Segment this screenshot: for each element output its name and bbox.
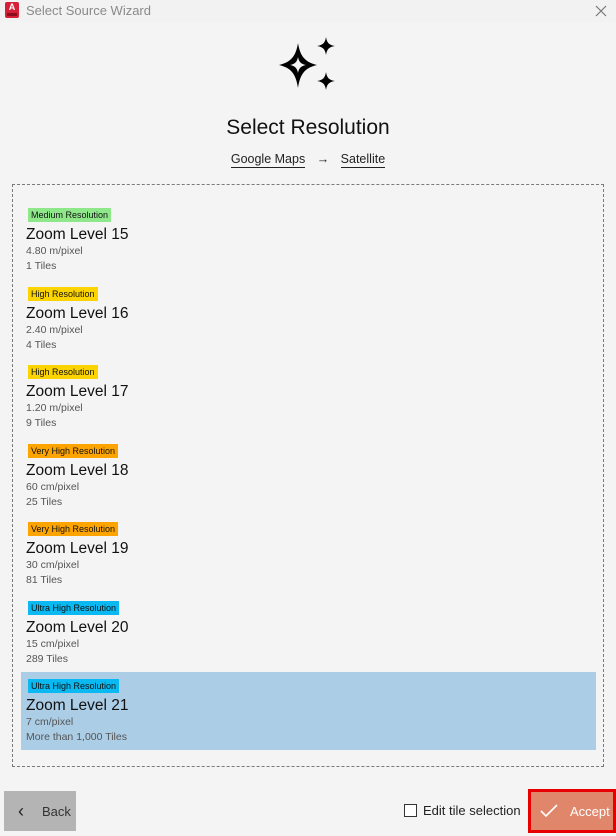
title-bar: A Select Source Wizard xyxy=(0,0,616,22)
checkmark-icon xyxy=(540,804,558,818)
close-icon xyxy=(595,5,607,17)
accept-label: Accept xyxy=(570,803,610,819)
zoom-level-title: Zoom Level 15 xyxy=(26,226,129,243)
resolution-badge: Very High Resolution xyxy=(28,522,119,536)
resolution-item-15[interactable]: Medium Resolution Zoom Level 15 4.80 m/p… xyxy=(21,201,596,279)
tile-count: 81 Tiles xyxy=(26,574,63,586)
back-label: Back xyxy=(42,803,71,819)
pixel-size: 4.80 m/pixel xyxy=(26,245,83,257)
breadcrumb-source-link[interactable]: Google Maps xyxy=(230,152,306,168)
tile-count: 1 Tiles xyxy=(26,260,57,272)
pixel-size: 15 cm/pixel xyxy=(26,638,80,650)
zoom-level-title: Zoom Level 21 xyxy=(26,697,129,714)
pixel-size: 30 cm/pixel xyxy=(26,559,80,571)
tile-count: 4 Tiles xyxy=(26,339,57,351)
edit-tile-checkbox[interactable] xyxy=(404,804,417,817)
zoom-level-title: Zoom Level 16 xyxy=(26,305,129,322)
zoom-level-title: Zoom Level 18 xyxy=(26,462,129,479)
resolution-item-19[interactable]: Very High Resolution Zoom Level 19 30 cm… xyxy=(21,515,596,593)
breadcrumb: Google Maps → Satellite xyxy=(0,152,616,168)
autocad-icon: A xyxy=(5,2,19,18)
window-title: Select Source Wizard xyxy=(26,3,151,18)
tile-count: More than 1,000 Tiles xyxy=(26,731,127,743)
sparkles-icon xyxy=(279,37,335,90)
page-title: Select Resolution xyxy=(226,116,390,139)
resolution-list: Medium Resolution Zoom Level 15 4.80 m/p… xyxy=(12,184,604,767)
pixel-size: 7 cm/pixel xyxy=(26,716,74,728)
pixel-size: 1.20 m/pixel xyxy=(26,402,83,414)
close-button[interactable] xyxy=(586,0,616,22)
zoom-level-title: Zoom Level 17 xyxy=(26,383,129,400)
chevron-left-icon: ‹ xyxy=(18,800,24,821)
resolution-badge: Ultra High Resolution xyxy=(28,601,120,615)
resolution-badge: Very High Resolution xyxy=(28,444,119,458)
tile-count: 25 Tiles xyxy=(26,496,63,508)
resolution-item-20[interactable]: Ultra High Resolution Zoom Level 20 15 c… xyxy=(21,594,596,672)
back-button[interactable]: ‹ Back xyxy=(4,791,76,831)
edit-tile-label: Edit tile selection xyxy=(423,803,521,818)
resolution-badge: Ultra High Resolution xyxy=(28,679,120,693)
resolution-badge: High Resolution xyxy=(28,365,98,379)
tile-count: 289 Tiles xyxy=(26,653,69,665)
breadcrumb-type-link[interactable]: Satellite xyxy=(340,152,386,168)
tile-count: 9 Tiles xyxy=(26,417,57,429)
zoom-level-title: Zoom Level 19 xyxy=(26,540,129,557)
zoom-level-title: Zoom Level 20 xyxy=(26,619,129,636)
resolution-item-21[interactable]: Ultra High Resolution Zoom Level 21 7 cm… xyxy=(21,672,596,750)
breadcrumb-arrow: → xyxy=(316,152,330,166)
pixel-size: 60 cm/pixel xyxy=(26,481,80,493)
accept-button[interactable]: Accept xyxy=(528,789,616,833)
resolution-item-16[interactable]: High Resolution Zoom Level 16 2.40 m/pix… xyxy=(21,280,596,358)
resolution-item-18[interactable]: Very High Resolution Zoom Level 18 60 cm… xyxy=(21,437,596,515)
resolution-badge: Medium Resolution xyxy=(28,208,112,222)
edit-tile-selection[interactable]: Edit tile selection xyxy=(404,803,521,818)
resolution-item-17[interactable]: High Resolution Zoom Level 17 1.20 m/pix… xyxy=(21,358,596,436)
resolution-badge: High Resolution xyxy=(28,287,98,301)
pixel-size: 2.40 m/pixel xyxy=(26,324,83,336)
